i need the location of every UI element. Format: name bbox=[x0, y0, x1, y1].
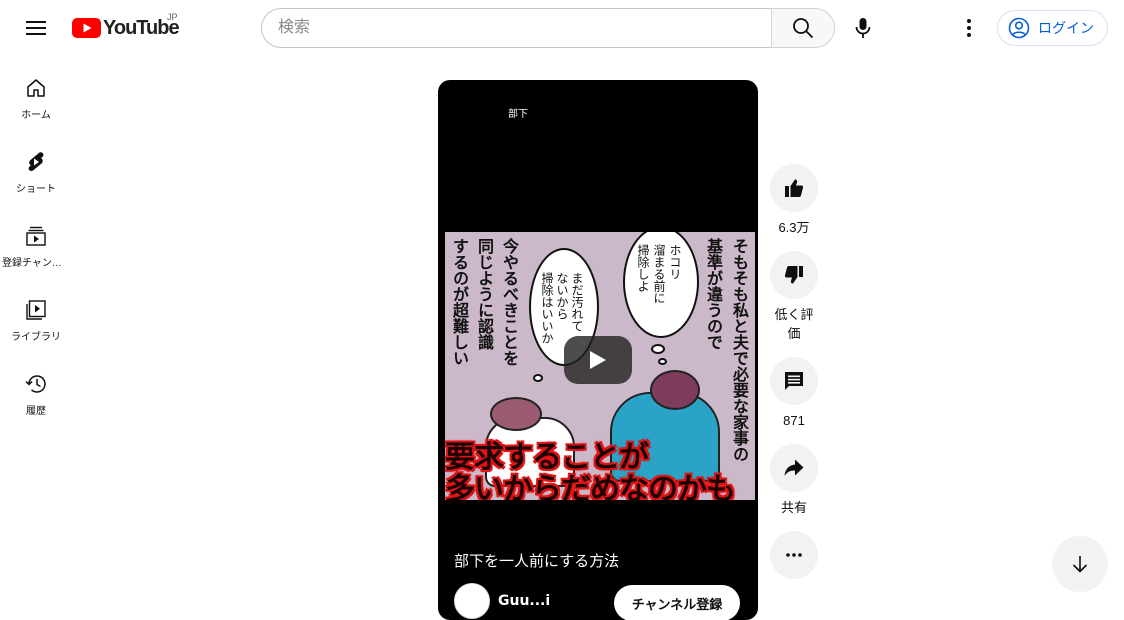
thumbs-up-icon bbox=[785, 179, 804, 197]
search-button[interactable] bbox=[771, 8, 835, 48]
hamburger-icon bbox=[26, 21, 46, 35]
share-action: 共有 bbox=[770, 444, 818, 517]
guide-item-history[interactable]: 履歴 bbox=[0, 352, 72, 426]
region-code: JP bbox=[167, 12, 178, 22]
guide-label-library: ライブラリ bbox=[11, 332, 61, 343]
settings-menu-button[interactable] bbox=[949, 8, 989, 48]
manga-character-head bbox=[650, 370, 700, 410]
thought-dot bbox=[658, 358, 667, 365]
youtube-logo[interactable]: YouTube bbox=[72, 15, 180, 41]
shorts-icon bbox=[28, 152, 44, 171]
subscriptions-icon bbox=[26, 226, 46, 246]
home-icon bbox=[27, 79, 45, 97]
video-top-caption: 部下 bbox=[508, 109, 528, 120]
guide-menu-button[interactable] bbox=[16, 8, 56, 48]
shorts-actions: 6.3万 低く評価 871 共有 bbox=[770, 164, 818, 593]
dislike-action: 低く評価 bbox=[770, 251, 818, 343]
guide-item-library[interactable]: ライブラリ bbox=[0, 278, 72, 352]
youtube-play-logo-icon bbox=[72, 18, 101, 38]
bubble-text-line: 掃除はいいか bbox=[540, 272, 554, 344]
short-title[interactable]: 部下を一人前にする方法 bbox=[454, 550, 619, 571]
play-icon bbox=[590, 351, 606, 369]
guide-item-subscriptions[interactable]: 登録チャンネル bbox=[0, 204, 72, 278]
masthead: YouTube JP ログイン bbox=[0, 0, 1124, 56]
manga-text-line: 今やるべきことを bbox=[500, 238, 519, 366]
more-horizontal-icon bbox=[786, 553, 802, 557]
microphone-icon bbox=[855, 18, 871, 38]
voice-search-button[interactable] bbox=[843, 8, 883, 48]
guide-label-history: 履歴 bbox=[26, 406, 46, 417]
manga-text-line: するのが超難しい bbox=[450, 238, 469, 366]
arrow-down-icon bbox=[1072, 556, 1088, 573]
dislike-button[interactable] bbox=[770, 251, 818, 299]
bubble-text-line: ないから bbox=[555, 272, 569, 320]
like-button[interactable] bbox=[770, 164, 818, 212]
sign-in-button[interactable]: ログイン bbox=[997, 10, 1108, 46]
bubble-text-line: 溜まる前に bbox=[652, 244, 666, 304]
guide-item-shorts[interactable]: ショート bbox=[0, 130, 72, 204]
mini-guide: ホーム ショート 登録チャンネル ライブラリ 履歴 bbox=[0, 56, 72, 426]
bubble-text-line: 掃除しよ bbox=[636, 244, 650, 292]
guide-label-home: ホーム bbox=[21, 110, 51, 121]
comment-icon bbox=[785, 372, 803, 390]
comment-action: 871 bbox=[770, 357, 818, 430]
shorts-player[interactable]: 部下 そもそも私と夫で必要な家事の 基準が違うので 今やるべきことを 同じように… bbox=[438, 80, 758, 620]
like-action: 6.3万 bbox=[770, 164, 818, 237]
more-actions-button[interactable] bbox=[770, 531, 818, 579]
bubble-text-line: ホコリ bbox=[668, 244, 682, 280]
play-button[interactable] bbox=[564, 336, 632, 384]
guide-label-subscriptions: 登録チャンネル bbox=[2, 258, 70, 269]
search-icon bbox=[793, 18, 814, 39]
more-vertical-icon bbox=[967, 19, 971, 37]
manga-text-line: 同じように認識 bbox=[475, 238, 494, 350]
history-icon bbox=[25, 375, 46, 393]
comment-count: 871 bbox=[783, 413, 805, 428]
thumbs-down-icon bbox=[784, 266, 803, 284]
share-label: 共有 bbox=[780, 500, 807, 515]
channel-avatar[interactable] bbox=[454, 583, 490, 619]
subscribe-button[interactable]: チャンネル登録 bbox=[614, 585, 740, 620]
manga-text-line: 基準が違うので bbox=[704, 238, 723, 350]
account-icon bbox=[1008, 17, 1030, 39]
channel-name[interactable]: Guu...i bbox=[498, 593, 550, 609]
dislike-label: 低く評価 bbox=[774, 307, 814, 341]
library-icon bbox=[26, 300, 46, 320]
comments-button[interactable] bbox=[770, 357, 818, 405]
guide-item-home[interactable]: ホーム bbox=[0, 56, 72, 130]
next-short-button[interactable] bbox=[1052, 536, 1108, 592]
manga-text-line: そもそも私と夫で必要な家事の bbox=[730, 238, 749, 462]
manga-character-head bbox=[490, 397, 542, 431]
share-arrow-icon bbox=[784, 459, 804, 476]
search-input[interactable] bbox=[261, 8, 772, 48]
more-action bbox=[770, 531, 818, 579]
guide-label-shorts: ショート bbox=[16, 184, 56, 195]
like-count: 6.3万 bbox=[778, 220, 810, 235]
bubble-text-line: まだ汚れて bbox=[570, 272, 584, 332]
share-button[interactable] bbox=[770, 444, 818, 492]
overlay-caption-line: 多いからだめなのかも bbox=[445, 472, 736, 500]
thought-dot bbox=[533, 374, 543, 382]
thought-dot bbox=[651, 344, 665, 354]
sign-in-label: ログイン bbox=[1038, 20, 1094, 36]
speech-bubble-left: ホコリ 溜まる前に 掃除しよ bbox=[623, 232, 699, 338]
